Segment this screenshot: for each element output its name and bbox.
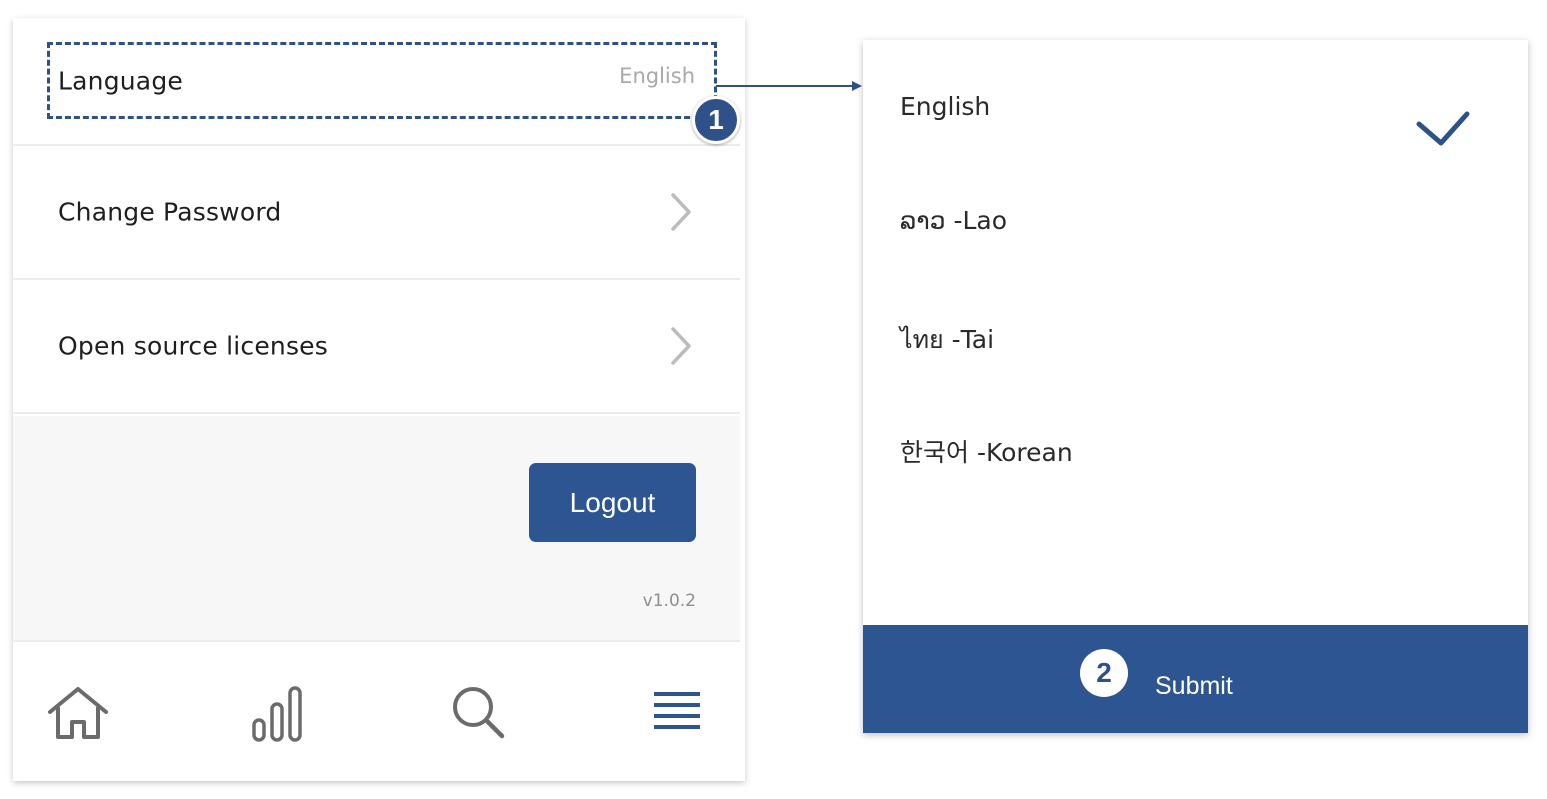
- submit-label: Submit: [1155, 672, 1233, 700]
- bar-chart-icon[interactable]: [250, 684, 306, 744]
- language-option-korean[interactable]: 한국어 -Korean: [900, 433, 1073, 469]
- settings-screen: Language English Change Password Open so…: [13, 18, 745, 781]
- checkmark-icon: [1416, 111, 1470, 146]
- language-highlight-box: [47, 42, 717, 119]
- search-icon[interactable]: [450, 684, 508, 742]
- connector-arrow: [716, 81, 862, 91]
- step-2-badge: 2: [1080, 649, 1128, 697]
- account-actions-area: Logout v1.0.2: [13, 416, 740, 642]
- language-option-english[interactable]: English: [900, 92, 990, 121]
- menu-icon[interactable]: [653, 690, 701, 734]
- bottom-tab-bar: [13, 644, 740, 781]
- language-selection-sheet: English ລາວ -Lao ไทย -Tai 한국어 -Korean Su…: [863, 40, 1528, 733]
- logout-button[interactable]: Logout: [529, 463, 696, 542]
- change-password-label: Change Password: [58, 197, 282, 227]
- chevron-right-icon: [671, 193, 691, 231]
- step-1-badge: 1: [692, 96, 740, 144]
- language-option-lao[interactable]: ລາວ -Lao: [900, 206, 1007, 235]
- change-password-row[interactable]: Change Password: [13, 146, 740, 280]
- home-icon[interactable]: [45, 684, 111, 742]
- open-source-licenses-label: Open source licenses: [58, 331, 328, 361]
- submit-button[interactable]: Submit: [863, 625, 1528, 733]
- app-version: v1.0.2: [642, 591, 696, 611]
- open-source-licenses-row[interactable]: Open source licenses: [13, 280, 740, 414]
- chevron-right-icon: [671, 327, 691, 365]
- annotated-screenshot: Language English Change Password Open so…: [0, 0, 1547, 799]
- language-option-thai[interactable]: ไทย -Tai: [900, 320, 994, 360]
